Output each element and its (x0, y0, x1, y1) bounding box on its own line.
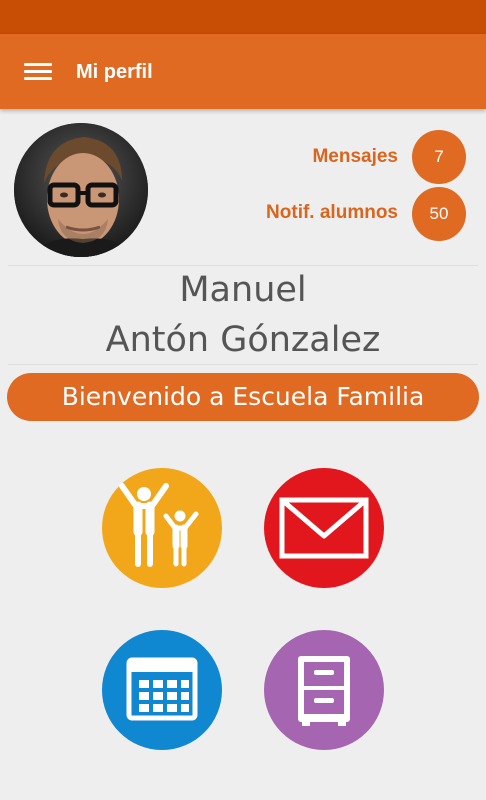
page-title: Mi perfil (76, 61, 153, 83)
divider (8, 364, 478, 365)
messages-count-badge[interactable]: 7 (412, 130, 466, 184)
avatar (14, 123, 148, 257)
hamburger-menu-icon[interactable] (24, 63, 52, 81)
welcome-banner[interactable]: Bienvenido a Escuela Familia (7, 373, 479, 421)
calendar-icon (126, 657, 198, 721)
cabinet-icon (298, 656, 350, 726)
family-icon (119, 483, 199, 567)
messages-tile-button[interactable] (264, 468, 384, 588)
divider (8, 265, 478, 266)
app-bar: Mi perfil (0, 34, 486, 109)
archive-tile-button[interactable] (264, 630, 384, 750)
user-last-name: Antón Gónzalez (105, 320, 381, 360)
messages-label: Mensajes (312, 146, 398, 167)
user-first-name: Manuel (179, 270, 307, 310)
status-bar (0, 0, 486, 34)
notifications-count-badge[interactable]: 50 (412, 187, 466, 241)
notifications-label: Notif. alumnos (266, 202, 398, 223)
calendar-tile-button[interactable] (102, 630, 222, 750)
mail-icon (279, 497, 369, 559)
family-tile-button[interactable] (102, 468, 222, 588)
